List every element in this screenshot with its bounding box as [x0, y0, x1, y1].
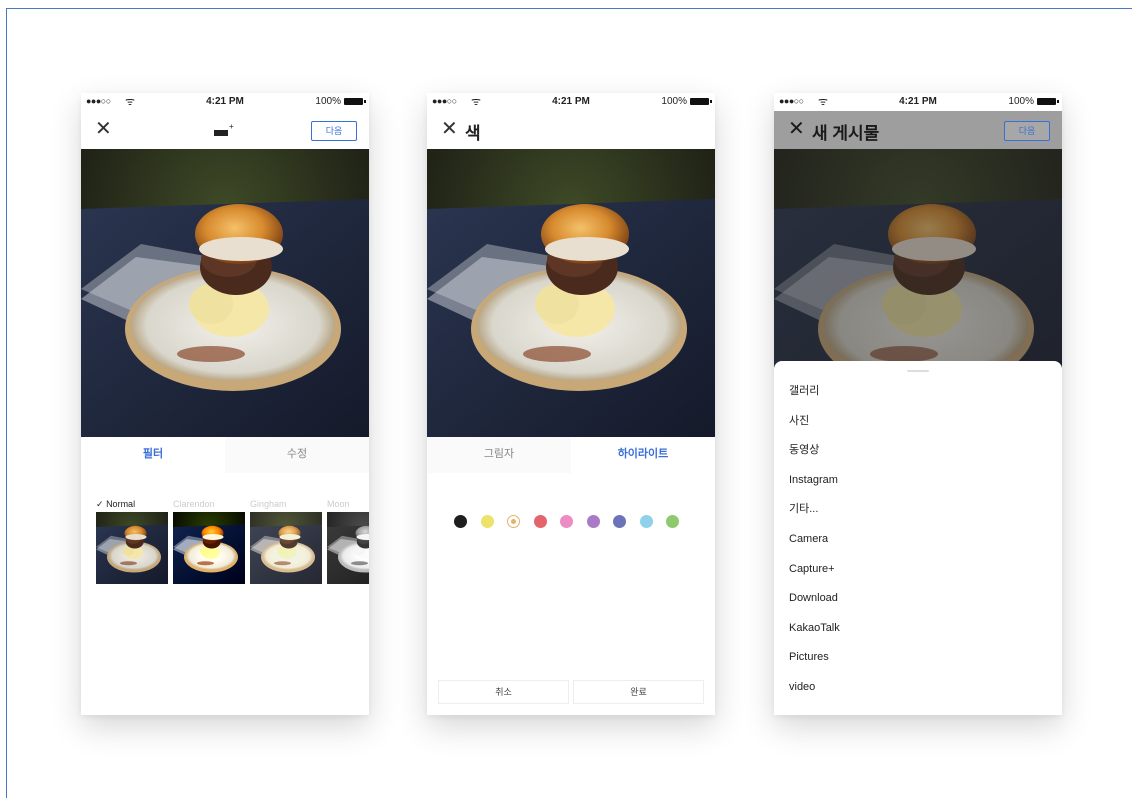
album-item[interactable]: Instagram — [789, 470, 840, 500]
tab-filter[interactable]: 필터 — [81, 437, 225, 473]
color-swatches — [454, 515, 694, 529]
album-picker-sheet: 갤러리 사진 동영상 Instagram 기타... Camera Capture+ Down… — [774, 361, 1062, 715]
status-bar: ●●●○○ ᯤ 4:21 PM 100% — [774, 93, 1062, 111]
filter-label: Gingham — [250, 499, 287, 509]
status-bar: ●●●○○ ᯤ 4:21 PM 100% — [81, 93, 369, 111]
filter-clarendon[interactable]: Clarendon — [173, 498, 245, 584]
phone-screen-new-post: ●●●○○ ᯤ 4:21 PM 100% ✕ 새 게시물 다음 갤러리 사진 동영상… — [774, 93, 1062, 715]
album-item[interactable]: 사진 — [789, 411, 840, 441]
nav-bar: ✕ + 다음 — [81, 111, 369, 149]
album-item[interactable]: KakaoTalk — [789, 618, 840, 648]
photo-preview — [81, 149, 369, 437]
battery-percent: 100% — [1008, 96, 1034, 107]
filter-gingham[interactable]: Gingham — [250, 498, 322, 584]
next-button[interactable]: 다음 — [311, 121, 357, 141]
action-bar: 취소 완료 — [438, 680, 704, 704]
photo-preview — [427, 149, 715, 437]
battery-percent: 100% — [661, 96, 687, 107]
filter-normal[interactable]: ✓ Normal — [96, 498, 168, 584]
battery-icon — [690, 98, 712, 105]
done-button[interactable]: 완료 — [573, 680, 704, 704]
nav-bar: ✕ 새 게시물 다음 — [774, 111, 1062, 149]
close-icon[interactable]: ✕ — [95, 118, 112, 140]
tab-edit[interactable]: 수정 — [225, 437, 369, 473]
filter-label: Normal — [106, 499, 136, 509]
color-swatch[interactable] — [533, 515, 547, 528]
magic-brush-icon[interactable]: + — [214, 122, 236, 137]
close-icon[interactable]: ✕ — [788, 118, 805, 140]
sheet-handle[interactable] — [907, 370, 929, 372]
phone-screen-color: ●●●○○ ᯤ 4:21 PM 100% ✕ 색 그림자 하이라이트 취소 완료 — [427, 93, 715, 715]
close-icon[interactable]: ✕ — [441, 118, 458, 140]
album-item[interactable]: 동영상 — [789, 440, 840, 470]
color-tabs: 그림자 하이라이트 — [427, 437, 715, 473]
status-bar: ●●●○○ ᯤ 4:21 PM 100% — [427, 93, 715, 111]
frame-border-top — [6, 8, 1132, 9]
color-swatch[interactable] — [480, 515, 494, 528]
album-list: 갤러리 사진 동영상 Instagram 기타... Camera Capture+ Down… — [789, 381, 840, 707]
battery-percent: 100% — [315, 96, 341, 107]
tab-shadow[interactable]: 그림자 — [427, 437, 571, 473]
filter-thumbnail — [173, 512, 245, 584]
color-swatch[interactable] — [454, 515, 467, 528]
check-icon: ✓ — [96, 499, 104, 509]
battery-icon — [344, 98, 366, 105]
filter-strip[interactable]: ✓ Normal Clarendon Gingham Moon — [96, 498, 369, 588]
album-item[interactable]: 기타... — [789, 499, 840, 529]
color-swatch[interactable] — [507, 515, 520, 528]
edit-tabs: 필터 수정 — [81, 437, 369, 473]
tab-highlight[interactable]: 하이라이트 — [571, 437, 715, 473]
frame-border-left — [6, 8, 7, 798]
album-item[interactable]: 갤러리 — [789, 381, 840, 411]
album-item[interactable]: video — [789, 677, 840, 707]
filter-thumbnail — [327, 512, 369, 584]
phone-screen-filter: ●●●○○ ᯤ 4:21 PM 100% ✕ + 다음 필터 수정 ✓ Norm… — [81, 93, 369, 715]
nav-bar: ✕ 색 — [427, 111, 715, 149]
color-swatch[interactable] — [560, 515, 573, 528]
next-button[interactable]: 다음 — [1004, 121, 1050, 141]
album-item[interactable]: Download — [789, 588, 840, 618]
filter-label: Clarendon — [173, 499, 215, 509]
filter-thumbnail — [250, 512, 322, 584]
color-swatch[interactable] — [586, 515, 600, 528]
album-item[interactable]: Camera — [789, 529, 840, 559]
album-item[interactable]: Capture+ — [789, 559, 840, 589]
filter-label: Moon — [327, 499, 350, 509]
cancel-button[interactable]: 취소 — [438, 680, 569, 704]
page-title: 새 게시물 — [812, 124, 880, 143]
color-swatch[interactable] — [613, 515, 626, 528]
page-title: 색 — [465, 124, 481, 143]
color-swatch[interactable] — [666, 515, 679, 528]
battery-icon — [1037, 98, 1059, 105]
filter-thumbnail — [96, 512, 168, 584]
color-swatch[interactable] — [639, 515, 653, 528]
filter-moon[interactable]: Moon — [327, 498, 369, 584]
album-item[interactable]: Pictures — [789, 647, 840, 677]
